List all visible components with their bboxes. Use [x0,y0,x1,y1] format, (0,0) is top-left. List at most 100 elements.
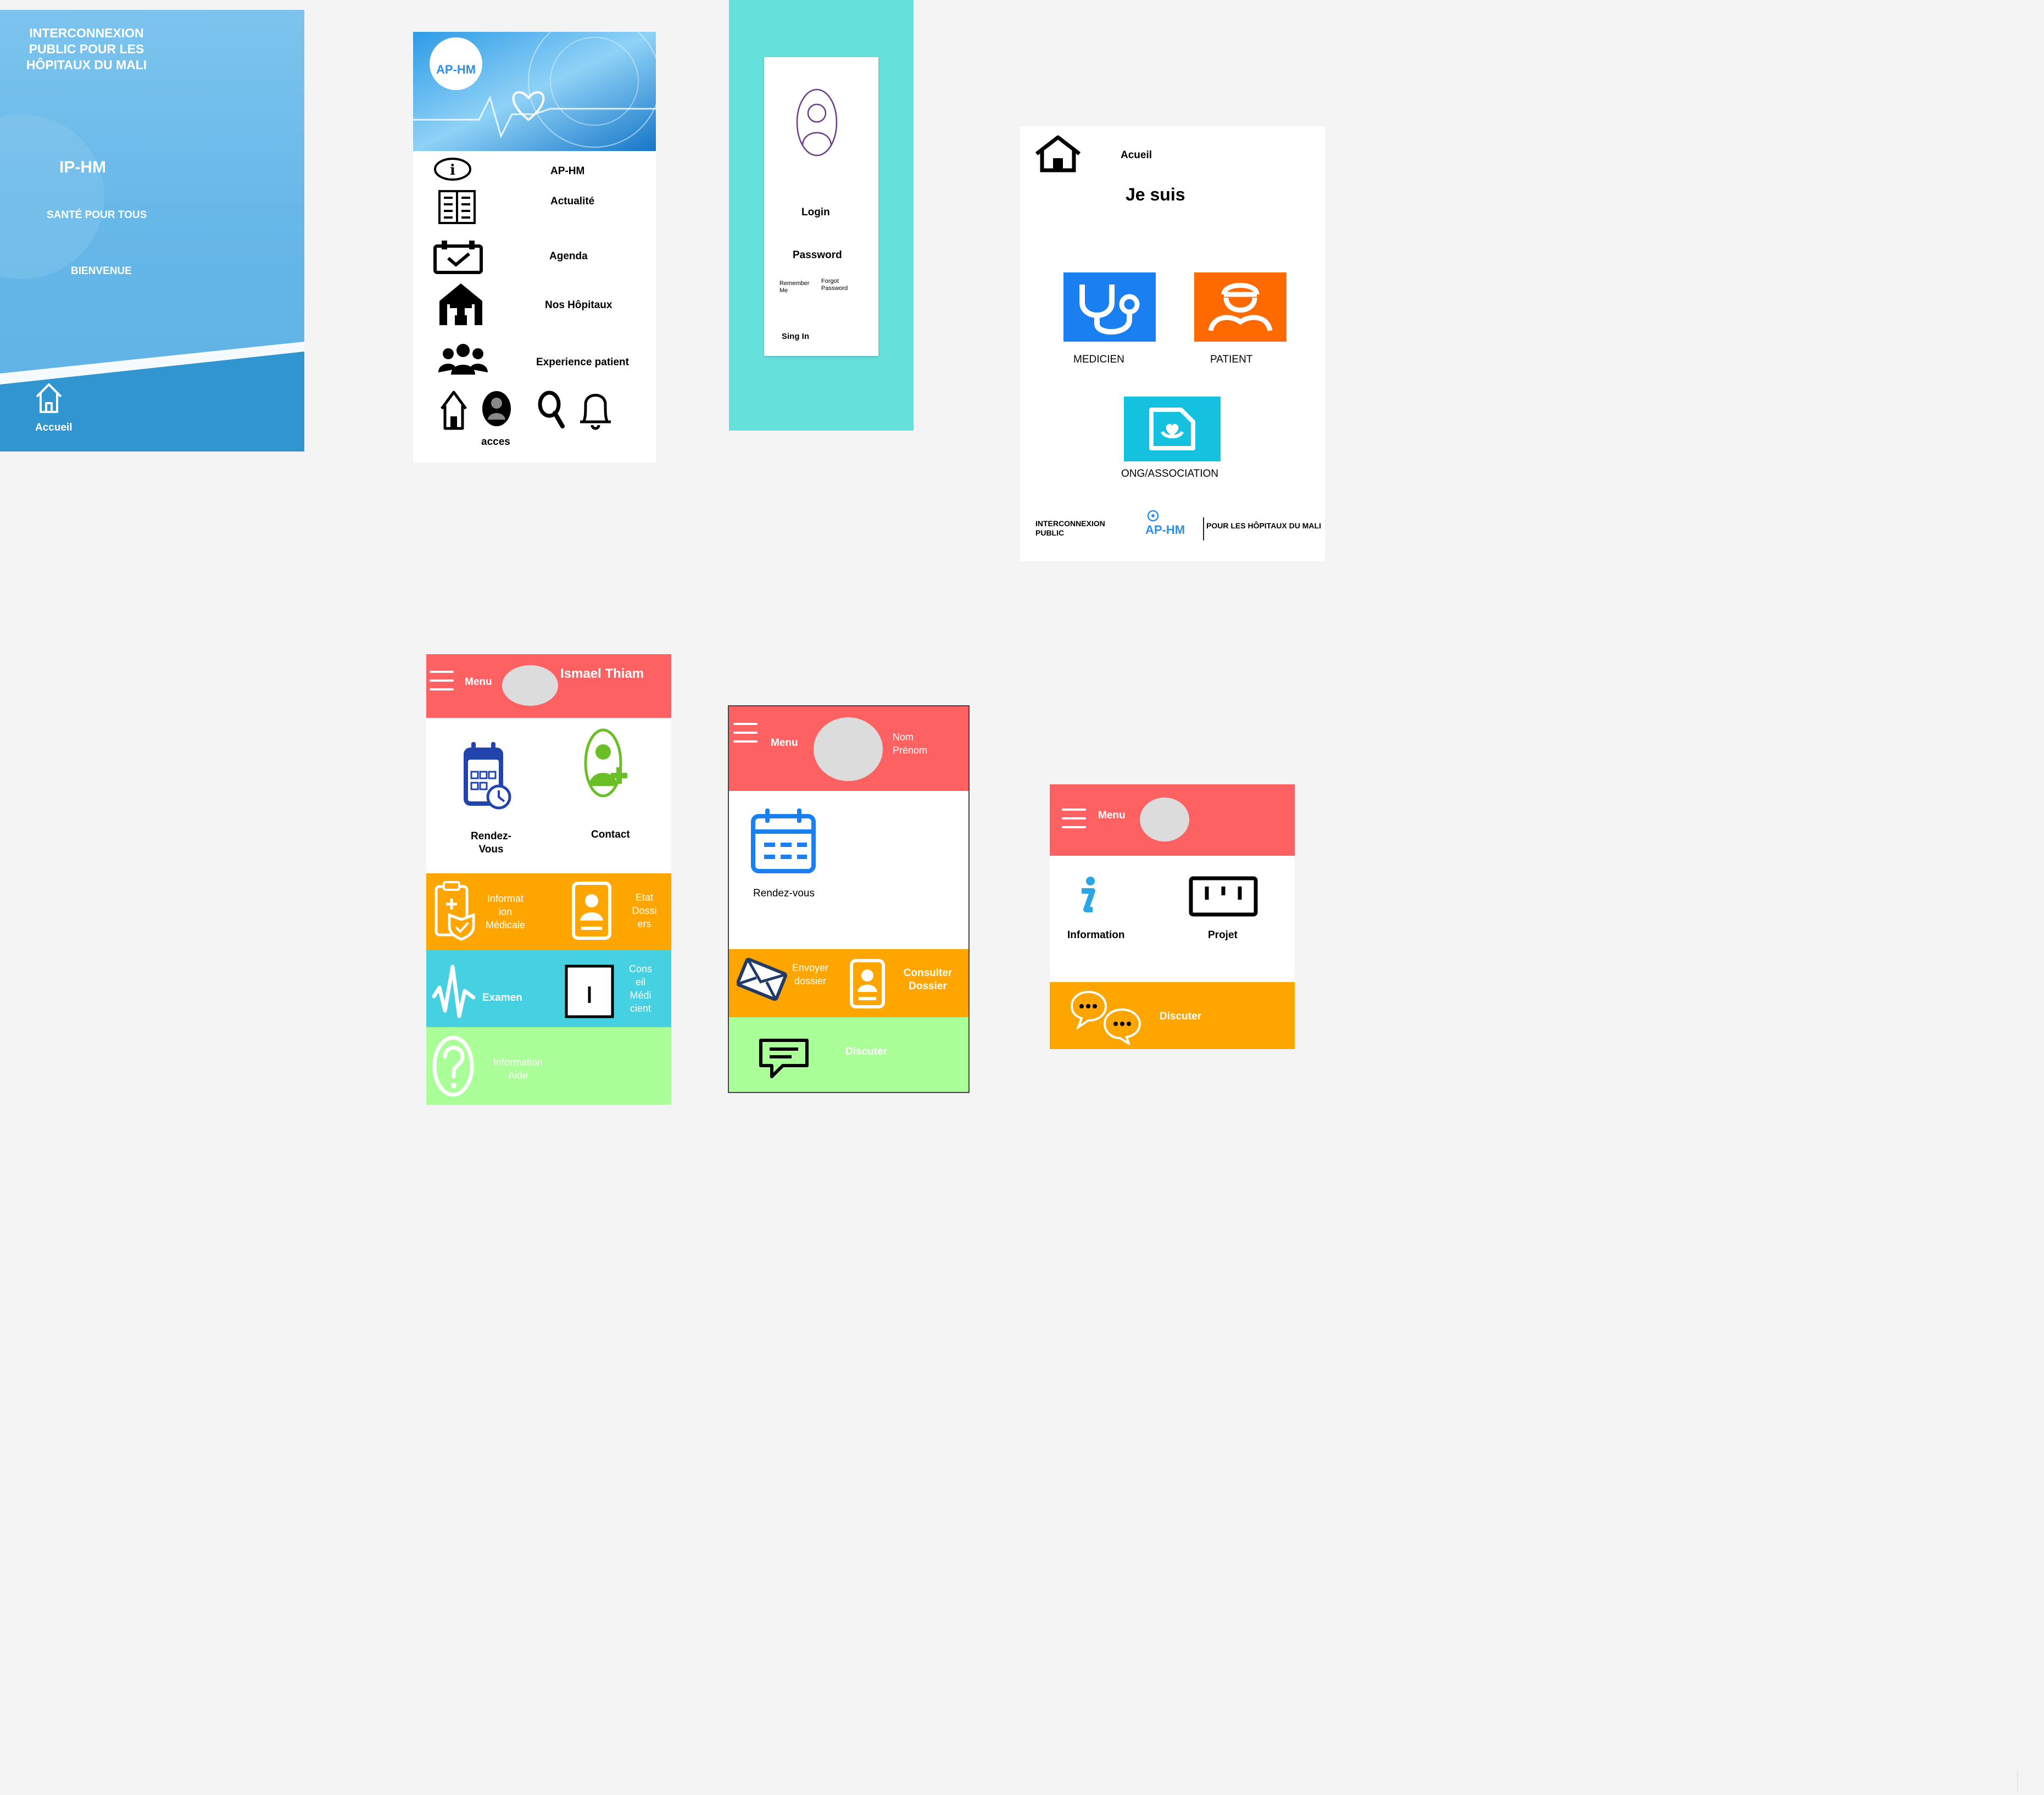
nurse-icon [1208,283,1273,332]
tile-envoyer-dossier-label[interactable]: Envoyer dossier [788,961,832,988]
footer-right-text: POUR LES HÔPITAUX DU MALI [1206,521,1321,530]
user-avatar-icon [796,88,838,157]
search-icon[interactable] [537,390,566,428]
login-screen: Login Password Remember Me Forgot Passwo… [729,0,914,431]
role-selection-screen: Acueil Je suis MEDICIEN PATIENT ONG/ASSO… [1020,126,1325,561]
header-bar: Menu Nom Prénom [729,706,968,791]
group-icon[interactable] [437,341,489,379]
menu-label[interactable]: Menu [1098,810,1126,822]
menu-item-aphm[interactable]: AP-HM [550,165,584,177]
pulse-icon[interactable] [432,963,476,1021]
chat-icon[interactable] [758,1037,810,1080]
id-badge-icon[interactable] [849,958,886,1010]
svg-text:i: i [450,162,455,179]
clipboard-shield-icon[interactable] [433,880,477,941]
help-icon[interactable] [432,1035,475,1097]
newspaper-icon[interactable] [437,187,477,226]
tile-rendez-vous-label[interactable]: Rendez-Vous [463,830,520,856]
bell-icon[interactable] [578,388,613,432]
house-icon[interactable] [1033,134,1083,174]
acces-label[interactable]: acces [481,436,510,448]
footer-logo: AP-HM [1145,523,1185,537]
menu-label[interactable]: Menu [465,676,492,688]
tile-information-label[interactable]: Information [1067,929,1125,941]
header-banner-image [413,32,656,151]
tile-projet-label[interactable]: Projet [1208,929,1238,941]
tile-conseil-label[interactable]: Cons eil Médi cient [624,962,657,1015]
hamburger-menu-icon[interactable] [1062,809,1086,835]
remember-me-checkbox[interactable]: Remember Me [779,280,816,294]
menu-item-experience[interactable]: Experience patient [536,356,629,369]
header-bar: Menu [1050,784,1295,856]
calendar-clock-icon[interactable] [460,741,513,813]
ong-dashboard-screen: Menu Information Projet Discuter [1050,784,1295,1049]
id-badge-icon[interactable] [570,880,613,941]
hospital-icon[interactable] [436,280,486,327]
menu-item-hopitaux[interactable]: Nos Hôpitaux [545,299,612,311]
slogan: SANTÉ POUR TOUS [47,209,147,221]
user-name: Nom Prénom [893,732,928,756]
tile-examen-label[interactable]: Examen [482,992,522,1004]
footer-divider [1203,517,1204,540]
cyan-row: Examen Cons eil Médi cient [426,950,671,1027]
hamburger-menu-icon[interactable] [733,723,758,749]
footer-left-text: INTERCONNEXION PUBLIC [1035,519,1105,537]
page-title: Je suis [1126,185,1185,204]
orange-row: Envoyer dossier Consulter Dossier [729,949,968,1017]
role-medecin-button[interactable] [1063,272,1156,342]
forgot-password-link[interactable]: Forgot Password [821,278,860,292]
calendar-check-icon[interactable] [433,241,483,275]
envelope-icon[interactable] [737,956,787,1002]
welcome-text: BIENVENUE [71,265,132,277]
role-patient-button[interactable] [1194,272,1286,342]
chart-box-icon[interactable] [1188,876,1258,917]
aphm-logo: AP-HM [436,63,476,76]
avatar[interactable] [1140,798,1189,841]
menu-item-actualite[interactable]: Actualité [550,196,594,208]
italic-info-icon[interactable] [1070,876,1102,916]
canvas-resize-handle[interactable] [2017,1770,2018,1792]
green-row: Discuter [729,1017,968,1092]
tile-consulter-dossier-label[interactable]: Consulter Dossier [897,967,959,993]
home-link[interactable]: Acueil [1121,149,1152,161]
orange-row: Discuter [1050,982,1295,1049]
user-icon[interactable] [481,389,512,427]
calendar-icon[interactable] [750,806,817,874]
doctor-plus-icon[interactable] [583,728,631,802]
tile-discuter-label[interactable]: Discuter [845,1046,887,1058]
login-field[interactable]: Login [801,207,830,219]
user-name: Ismael Thiam [560,666,644,681]
menu-label[interactable]: Menu [771,737,798,749]
tile-etat-dossiers-label[interactable]: Etat Dossi ers [627,891,661,930]
menu-item-agenda[interactable]: Agenda [549,250,588,263]
avatar[interactable] [814,717,883,781]
splash-screen: INTERCONNEXION PUBLIC POUR LES HÔPITAUX … [0,10,304,451]
avatar[interactable] [502,665,558,706]
app-abbreviation: IP-HM [59,158,106,176]
tile-discuter-label[interactable]: Discuter [1160,1011,1201,1023]
splash-title: INTERCONNEXION PUBLIC POUR LES HÔPITAUX … [26,26,147,72]
tile-info-aide-label[interactable]: Information Aide [488,1056,548,1082]
hamburger-menu-icon[interactable] [430,671,454,697]
house-icon[interactable] [34,381,64,414]
doctor-dashboard-screen: Menu Nom Prénom Rendez-vous Envoyer doss… [728,705,970,1093]
orange-row: Informat ion Médicale Etat Dossi ers [426,873,671,950]
sign-in-button[interactable]: Sing In [782,332,809,341]
home-label[interactable]: Accueil [35,422,73,434]
tile-rendez-vous-label[interactable]: Rendez-vous [753,888,815,900]
frame-icon[interactable] [565,965,614,1018]
role-patient-label: PATIENT [1210,354,1253,365]
house-icon[interactable] [439,389,468,431]
patient-dashboard-screen: Menu Ismael Thiam Rendez-Vous Contact In… [426,654,671,1105]
stethoscope-icon [1079,285,1140,335]
green-row: Information Aide [426,1027,671,1105]
tile-contact-label[interactable]: Contact [591,829,630,841]
chat-bubbles-icon[interactable] [1070,989,1144,1045]
role-ong-label: ONG/ASSOCIATION [1121,468,1219,480]
info-icon[interactable]: i [434,157,471,181]
role-ong-button[interactable] [1124,397,1221,461]
header-bar: Menu Ismael Thiam [426,654,671,718]
aphm-logo-icon [1147,510,1159,522]
tile-info-medicale-label[interactable]: Informat ion Médicale [481,892,530,932]
password-field[interactable]: Password [793,249,842,261]
